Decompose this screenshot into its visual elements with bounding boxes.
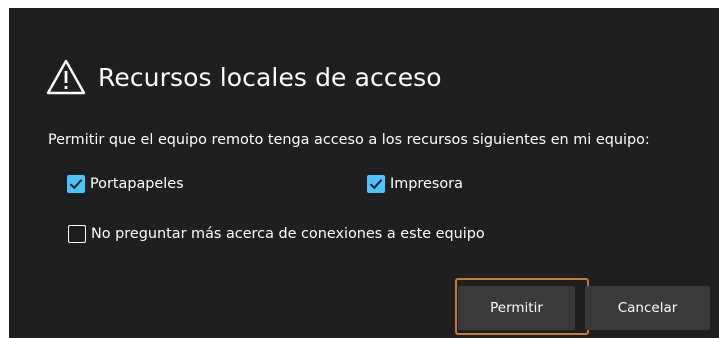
warning-triangle-icon [46,59,86,95]
printer-option[interactable]: Impresora [367,175,463,193]
clipboard-option[interactable]: Portapapeles [67,175,184,193]
checkmark-icon [369,179,383,190]
dialog-title: Recursos locales de acceso [98,62,442,92]
dont-ask-again-option[interactable]: No preguntar más acerca de conexiones a … [68,225,485,243]
checkmark-icon [69,179,83,190]
clipboard-label: Portapapeles [90,176,184,192]
printer-label: Impresora [390,176,463,192]
cancel-button[interactable]: Cancelar [585,286,710,330]
allow-button[interactable]: Permitir [458,286,575,330]
clipboard-checkbox[interactable] [67,175,85,193]
dont-ask-again-label: No preguntar más acerca de conexiones a … [91,226,485,242]
printer-checkbox[interactable] [367,175,385,193]
dialog-header: Recursos locales de acceso [46,50,442,104]
access-local-resources-dialog: Recursos locales de acceso Permitir que … [9,8,719,338]
dont-ask-again-checkbox[interactable] [68,225,86,243]
dialog-description: Permitir que el equipo remoto tenga acce… [48,132,650,148]
